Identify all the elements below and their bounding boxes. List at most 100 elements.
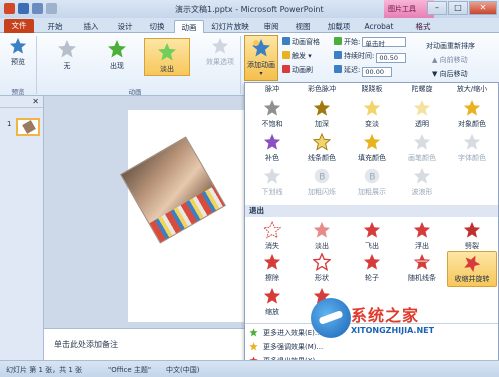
preview-group-label: 预览: [11, 88, 25, 96]
preview-button[interactable]: 预览: [6, 37, 30, 67]
effect-object-color[interactable]: 对象颜色: [449, 99, 495, 129]
tab-animations[interactable]: 动画: [174, 20, 204, 33]
effect-complementary[interactable]: 补色: [249, 133, 295, 163]
move-later-label: 向后移动: [439, 70, 468, 78]
star-icon: [463, 221, 481, 238]
delay-icon: [334, 65, 342, 73]
svg-text:B: B: [369, 173, 375, 183]
effect-label: 跷跷板: [361, 85, 383, 93]
effect-shape[interactable]: 形状: [299, 253, 345, 283]
minimize-button[interactable]: –: [427, 1, 447, 15]
star-icon: [313, 133, 331, 151]
start-row: 开始: 单击时: [334, 37, 407, 48]
save-icon[interactable]: [18, 3, 29, 14]
preview-label: 预览: [11, 58, 25, 66]
notes-pane[interactable]: 单击此处添加备注: [44, 328, 244, 360]
duration-input[interactable]: 00.50: [376, 53, 407, 63]
star-icon: [413, 133, 431, 150]
effect-grow-shrink[interactable]: 放大/缩小: [449, 84, 495, 94]
pane-header: ✕: [0, 96, 43, 108]
tab-home[interactable]: 开始: [40, 20, 70, 33]
animation-pane-button[interactable]: 动画窗格: [282, 37, 320, 47]
animation-group-label: 动画: [128, 88, 142, 96]
powerpoint-icon[interactable]: [4, 3, 15, 14]
star-icon: [463, 133, 481, 150]
effect-brush-color[interactable]: 画笔颜色: [399, 133, 445, 163]
effect-underline[interactable]: 下划线: [249, 167, 295, 197]
animation-painter-button[interactable]: 动画刷: [282, 65, 313, 75]
effect-spin[interactable]: 陀螺旋: [399, 84, 445, 94]
delay-input[interactable]: 00.00: [362, 67, 393, 77]
effect-bold-reveal[interactable]: B 加粗展示: [349, 167, 395, 197]
effect-darken[interactable]: 加深: [299, 99, 345, 129]
gallery-fade[interactable]: 淡出: [144, 38, 190, 76]
svg-text:B: B: [319, 173, 325, 183]
effect-lighten[interactable]: 变淡: [349, 99, 395, 129]
effect-zoom[interactable]: 缩放: [249, 287, 295, 317]
tab-slideshow[interactable]: 幻灯片放映: [208, 20, 252, 33]
gallery-appear[interactable]: 出现: [100, 39, 134, 75]
tab-view[interactable]: 视图: [288, 20, 318, 33]
redo-icon[interactable]: [46, 3, 57, 14]
effect-random-bars[interactable]: 随机线条: [399, 253, 445, 283]
effect-shrink-turn[interactable]: 收缩并旋转: [447, 251, 497, 287]
effect-split[interactable]: 劈裂: [449, 221, 495, 251]
tab-insert[interactable]: 插入: [76, 20, 106, 33]
duration-row: 持续时间: 00.50: [334, 51, 407, 63]
start-icon: [334, 37, 342, 45]
tab-transitions[interactable]: 切换: [142, 20, 172, 33]
watermark-name: 系统之家: [351, 306, 420, 325]
add-animation-button[interactable]: 添加动画 ▾: [244, 35, 278, 81]
close-icon[interactable]: ✕: [32, 97, 39, 106]
trigger-button[interactable]: 触发 ▾: [282, 51, 312, 61]
move-earlier-button[interactable]: ▲ 向前移动: [432, 55, 468, 65]
tab-acrobat[interactable]: Acrobat: [362, 20, 396, 33]
effect-fade-out[interactable]: 淡出: [299, 221, 345, 251]
effect-fill-color[interactable]: 填充颜色: [349, 133, 395, 163]
move-later-button[interactable]: ▼ 向后移动: [432, 69, 468, 79]
effect-color-pulse[interactable]: 彩色脉冲: [299, 84, 345, 94]
tab-addins[interactable]: 加载项: [322, 20, 356, 33]
effect-transparency[interactable]: 透明: [399, 99, 445, 129]
slide-number: 1: [7, 120, 12, 128]
tab-design[interactable]: 设计: [110, 20, 140, 33]
effect-label: 浮出: [415, 242, 429, 250]
effect-wheel[interactable]: 轮子: [349, 253, 395, 283]
star-icon: [363, 221, 381, 238]
effect-wave[interactable]: 波浪形: [399, 167, 445, 197]
maximize-button[interactable]: □: [448, 1, 468, 15]
gallery-none[interactable]: 无: [50, 39, 84, 75]
start-label: 开始:: [344, 38, 361, 46]
quick-access-toolbar: [4, 3, 57, 14]
effect-teeter[interactable]: 跷跷板: [349, 84, 395, 94]
context-tab-group: 图片工具: [388, 5, 416, 13]
effect-wipe[interactable]: 擦除: [249, 253, 295, 283]
undo-icon[interactable]: [32, 3, 43, 14]
start-select[interactable]: 单击时: [362, 37, 407, 48]
effect-font-color[interactable]: 字体颜色: [449, 133, 495, 163]
effect-float-out[interactable]: 浮出: [399, 221, 445, 251]
effect-line-color[interactable]: 线条颜色: [299, 133, 345, 163]
effect-desaturate[interactable]: 不饱和: [249, 99, 295, 129]
star-icon: [413, 167, 431, 184]
effect-label: 彩色脉冲: [308, 85, 336, 93]
effect-disappear[interactable]: 消失: [249, 221, 295, 251]
effect-label: 波浪形: [411, 188, 433, 196]
effect-bold-flash[interactable]: B 加粗闪烁: [299, 167, 345, 197]
tab-file[interactable]: 文件: [4, 19, 34, 33]
effect-label: 字体颜色: [458, 154, 486, 162]
ribbon-separator: [240, 36, 241, 94]
chevron-down-icon: ▾: [259, 70, 263, 77]
tab-review[interactable]: 审阅: [256, 20, 286, 33]
slide-thumbnail[interactable]: [16, 118, 40, 136]
delay-label: 延迟:: [344, 66, 361, 74]
star-icon: [413, 99, 431, 116]
close-button[interactable]: ✕: [469, 1, 497, 15]
star-icon: [313, 253, 331, 271]
appear-star-icon: [108, 40, 126, 58]
animation-painter-label: 动画刷: [292, 66, 313, 74]
effect-options-button[interactable]: 效果选项: [202, 37, 238, 67]
effect-pulse[interactable]: 脉冲: [249, 84, 295, 94]
effect-fly-out[interactable]: 飞出: [349, 221, 395, 251]
tab-format[interactable]: 格式: [410, 20, 436, 33]
